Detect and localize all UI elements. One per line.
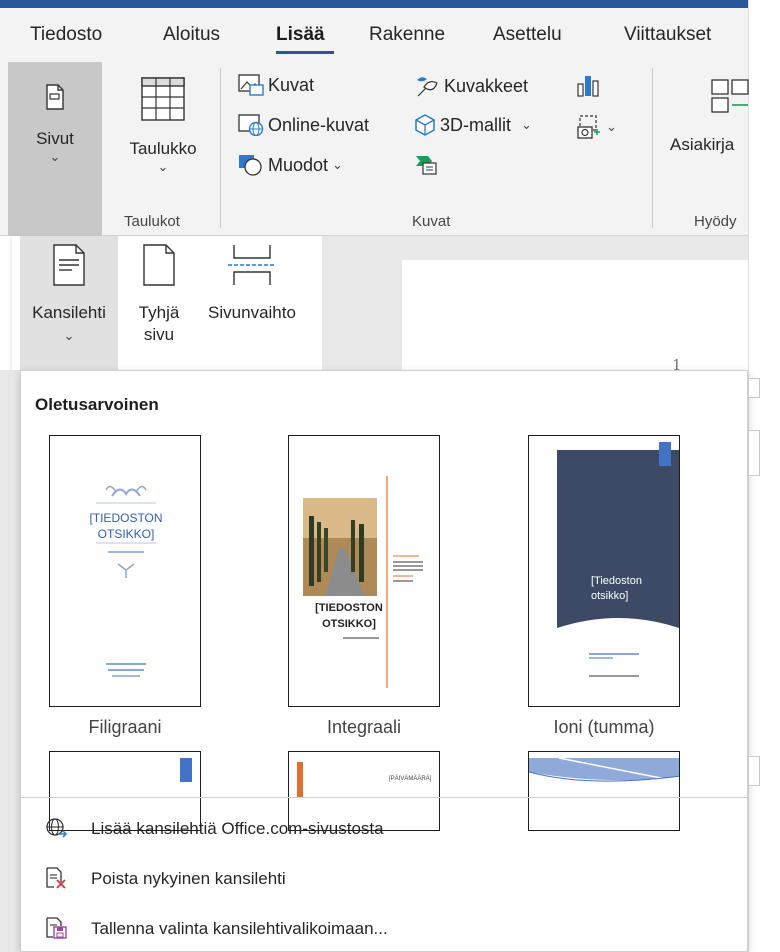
title-bar-strip	[0, 0, 748, 8]
pages-dropdown: Kansilehti ⌄ Tyhjä sivu Sivunvaihto	[12, 236, 322, 370]
right-edge-panel	[748, 0, 780, 952]
pictures-icon	[238, 74, 264, 96]
kansilehti-button[interactable]: Kansilehti ⌄	[20, 236, 118, 370]
menu-divider	[21, 797, 747, 798]
table-icon	[141, 77, 185, 121]
taulukko-button[interactable]: Taulukko ⌄	[118, 62, 208, 210]
chart-icon	[577, 76, 599, 97]
ribbon-tabs: Tiedosto Aloitus Lisää Rakenne Asettelu …	[0, 8, 748, 62]
document-area: 1	[322, 236, 748, 374]
screenshot-icon	[577, 115, 600, 139]
group-label-taulukot: Taulukot	[124, 213, 180, 230]
3d-models-icon	[415, 114, 435, 136]
tab-asettelu[interactable]: Asettelu	[493, 24, 562, 46]
online-kuvat-button[interactable]: Online-kuvat	[238, 114, 369, 136]
tab-rakenne[interactable]: Rakenne	[369, 24, 445, 46]
muodot-label: Muodot	[268, 154, 329, 175]
document-item-icon	[711, 79, 749, 113]
group-label-kuvat: Kuvat	[412, 213, 451, 230]
globe-icon	[46, 818, 67, 838]
asiakirja-label: Asiakirja	[670, 135, 735, 154]
remove-cover-icon	[46, 867, 66, 889]
ribbon: Sivut ⌄ Taulukko ⌄ Taulukot Kuvat Online…	[0, 62, 749, 236]
tab-tiedosto[interactable]: Tiedosto	[30, 24, 102, 46]
online-kuvat-label: Online-kuvat	[268, 114, 370, 135]
online-pictures-icon	[238, 114, 264, 136]
chevron-down-icon: ⌄	[606, 119, 617, 134]
ioni-title-line-1: [Tiedoston	[591, 575, 642, 587]
asiakirja-button[interactable]: Asiakirja	[664, 62, 749, 210]
3d-mallit-button[interactable]: 3D-mallit ⌄	[414, 114, 532, 136]
menu-item-more-covers[interactable]: Lisää kansilehtiä Office.com-sivustosta	[21, 807, 747, 851]
scrollbar-stub[interactable]	[748, 756, 760, 786]
scrollbar-stub[interactable]	[748, 378, 760, 398]
tyhja-sivu-button[interactable]: Tyhjä sivu	[124, 236, 194, 370]
icons-icon	[417, 77, 438, 97]
3d-mallit-label: 3D-mallit	[440, 114, 512, 135]
tab-viittaukset[interactable]: Viittaukset	[624, 24, 711, 46]
document-page: 1	[402, 260, 748, 374]
page-break-icon	[228, 245, 276, 285]
chevron-down-icon: ⌄	[332, 157, 343, 172]
sivunvaihto-label: Sivunvaihto	[208, 303, 296, 322]
screenshot-button[interactable]: ⌄	[576, 114, 617, 140]
save-cover-icon	[46, 917, 67, 939]
road-photo-image	[303, 476, 423, 688]
save-cover-label: Tallenna valinta kansilehtivalikoimaan..…	[91, 919, 388, 938]
thumb-label-ioni-tumma: Ioni (tumma)	[553, 717, 655, 737]
cover-page-gallery: Oletusarvoinen [TIEDOSTON OTSIKKO] Filig…	[20, 370, 748, 952]
smartart-icon	[416, 156, 437, 175]
pages-icon	[46, 84, 64, 110]
chart-button[interactable]	[576, 74, 600, 98]
sivunvaihto-button[interactable]: Sivunvaihto	[196, 236, 308, 370]
menu-item-save-cover[interactable]: Tallenna valinta kansilehtivalikoimaan..…	[21, 907, 747, 951]
active-tab-indicator	[276, 51, 334, 54]
tab-aloitus[interactable]: Aloitus	[163, 24, 220, 46]
chevron-down-icon: ⌄	[63, 328, 75, 343]
row2-date-placeholder: [PÄIVÄMÄÄRÄ]	[389, 776, 432, 782]
ioni-dark-cover-image	[557, 442, 679, 677]
tyhja-label: Tyhjä	[138, 303, 180, 322]
kansilehti-label: Kansilehti	[32, 303, 106, 322]
cover-thumb-ioni-tumma[interactable]: [Tiedoston otsikko]	[528, 435, 680, 707]
sivut-button[interactable]: Sivut ⌄	[8, 62, 102, 236]
filigraani-title-line-1: [TIEDOSTON	[89, 511, 163, 525]
ioni-title-line-2: otsikko]	[591, 590, 629, 602]
integraali-title-line-1: [TIEDOSTON	[315, 602, 383, 614]
cover-thumb-integraali[interactable]: [TIEDOSTON OTSIKKO]	[288, 435, 440, 707]
tab-lisaa[interactable]: Lisää	[276, 24, 325, 46]
chevron-down-icon: ⌄	[157, 159, 169, 174]
menu-item-remove-cover[interactable]: Poista nykyinen kansilehti	[21, 857, 747, 901]
cover-page-icon	[53, 244, 85, 286]
kuvat-label: Kuvat	[268, 74, 315, 95]
left-margin-area	[0, 370, 20, 952]
blank-page-icon	[143, 244, 175, 286]
chevron-down-icon: ⌄	[49, 149, 61, 164]
filigraani-title-line-2: OTSIKKO]	[97, 527, 155, 541]
scrollbar-stub[interactable]	[748, 430, 760, 476]
more-covers-label: Lisää kansilehtiä Office.com-sivustosta	[91, 819, 384, 838]
muodot-button[interactable]: Muodot ⌄	[238, 154, 343, 176]
integraali-title-line-2: OTSIKKO]	[322, 618, 376, 630]
thumb-label-filigraani: Filigraani	[88, 717, 162, 737]
shapes-icon	[239, 155, 262, 176]
kuvakkeet-button[interactable]: Kuvakkeet	[414, 74, 528, 98]
taulukko-label: Taulukko	[129, 139, 197, 158]
thumb-label-integraali: Integraali	[326, 717, 402, 737]
kuvat-button[interactable]: Kuvat	[238, 74, 314, 96]
cover-thumb-filigraani[interactable]: [TIEDOSTON OTSIKKO]	[49, 435, 201, 707]
sivu-label: sivu	[143, 325, 175, 344]
group-label-hyody: Hyödy	[694, 213, 737, 230]
kuvakkeet-label: Kuvakkeet	[444, 75, 529, 96]
remove-cover-label: Poista nykyinen kansilehti	[91, 869, 286, 888]
smartart-button[interactable]	[414, 154, 438, 176]
sivut-label: Sivut	[36, 129, 74, 148]
chevron-down-icon: ⌄	[521, 117, 532, 132]
group-divider	[220, 68, 221, 228]
filigree-ornament-icon	[96, 485, 156, 677]
group-divider	[652, 68, 653, 228]
gallery-heading: Oletusarvoinen	[35, 395, 159, 414]
